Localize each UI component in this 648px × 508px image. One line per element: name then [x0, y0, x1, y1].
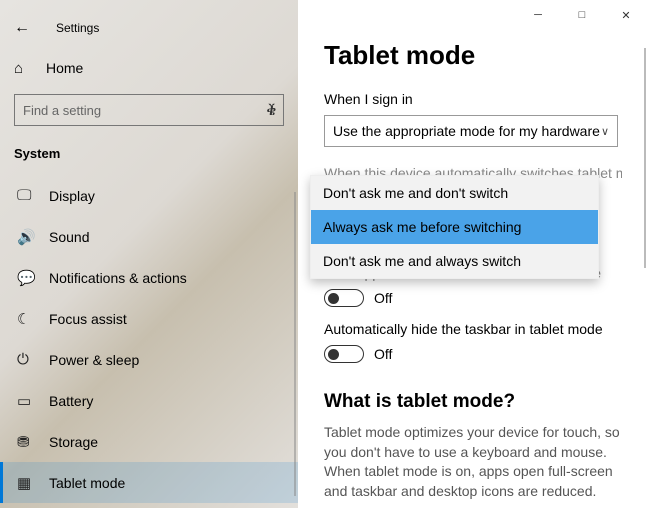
sidebar-item-notifications[interactable]: 💬 Notifications & actions	[0, 257, 298, 298]
sidebar-home[interactable]: ⌂ Home	[0, 48, 298, 88]
sidebar-item-tablet-mode[interactable]: ▦ Tablet mode	[0, 462, 298, 503]
hide-taskbar-toggle[interactable]	[324, 345, 364, 363]
display-icon: 🖵	[17, 187, 39, 204]
sound-icon: 🔊	[17, 228, 39, 246]
sidebar-item-power[interactable]: ⏻ Power & sleep	[0, 339, 298, 380]
category-label: System	[0, 136, 298, 175]
signin-label: When I sign in	[324, 91, 622, 107]
page-title: Tablet mode	[324, 40, 622, 71]
what-body: Tablet mode optimizes your device for to…	[324, 423, 622, 501]
search-icon[interactable]: ⷄ	[267, 101, 276, 120]
sidebar-item-display[interactable]: 🖵 Display	[0, 175, 298, 216]
hide-icons-toggle[interactable]	[324, 289, 364, 307]
sidebar-scrollbar[interactable]	[294, 192, 296, 496]
notifications-icon: 💬	[17, 269, 39, 287]
nav-label: Power & sleep	[49, 352, 139, 368]
nav-label: Focus assist	[49, 311, 127, 327]
search-input[interactable]	[14, 94, 284, 126]
nav-list: 🖵 Display 🔊 Sound 💬 Notifications & acti…	[0, 175, 298, 508]
storage-icon: ⛃	[17, 433, 39, 451]
nav-label: Tablet mode	[49, 475, 125, 491]
hide-taskbar-label: Automatically hide the taskbar in tablet…	[324, 321, 622, 337]
app-title: Settings	[56, 21, 99, 35]
signin-value: Use the appropriate mode for my hardware	[333, 123, 600, 139]
hide-taskbar-state: Off	[374, 346, 392, 362]
tablet-mode-icon: ▦	[17, 474, 39, 492]
window-maximize-button[interactable]: □	[560, 0, 604, 30]
dropdown-option-1[interactable]: Always ask me before switching	[311, 210, 598, 244]
back-arrow-icon[interactable]: ←	[14, 19, 38, 37]
dropdown-option-0[interactable]: Don't ask me and don't switch	[311, 176, 598, 210]
window-close-button[interactable]: ✕	[604, 0, 648, 30]
home-icon: ⌂	[14, 60, 36, 77]
window-minimize-button[interactable]: ─	[516, 0, 560, 30]
chevron-down-icon: ∨	[601, 125, 609, 138]
home-label: Home	[46, 60, 83, 76]
nav-label: Sound	[49, 229, 89, 245]
nav-label: Storage	[49, 434, 98, 450]
sidebar-item-battery[interactable]: ▭ Battery	[0, 380, 298, 421]
hide-icons-state: Off	[374, 290, 392, 306]
sidebar-item-sound[interactable]: 🔊 Sound	[0, 216, 298, 257]
sidebar-item-focus-assist[interactable]: ☾ Focus assist	[0, 298, 298, 339]
nav-label: Notifications & actions	[49, 270, 187, 286]
content-scrollbar[interactable]	[644, 48, 646, 268]
power-icon: ⏻	[17, 351, 39, 368]
battery-icon: ▭	[17, 392, 39, 410]
dropdown-option-2[interactable]: Don't ask me and always switch	[311, 244, 598, 278]
sidebar-item-storage[interactable]: ⛃ Storage	[0, 421, 298, 462]
switch-mode-dropdown[interactable]: Don't ask me and don't switch Always ask…	[310, 175, 599, 279]
sidebar: ← Settings ⌂ Home ⷄ System 🖵 Display 🔊 S…	[0, 0, 298, 508]
nav-label: Display	[49, 188, 95, 204]
signin-combobox[interactable]: Use the appropriate mode for my hardware…	[324, 115, 618, 147]
focus-assist-icon: ☾	[17, 310, 39, 328]
nav-label: Battery	[49, 393, 93, 409]
what-header: What is tablet mode?	[324, 391, 622, 413]
